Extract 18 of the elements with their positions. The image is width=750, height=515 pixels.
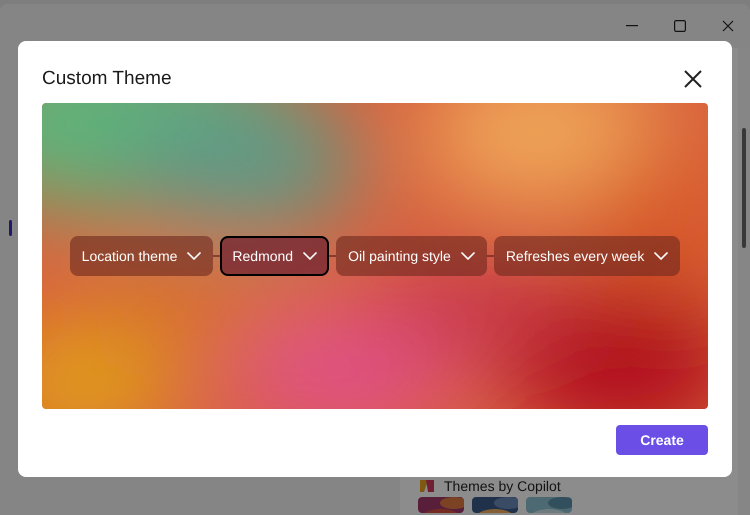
close-button[interactable] (682, 68, 704, 90)
copilot-logo-icon (418, 478, 436, 494)
close-icon[interactable] (722, 20, 734, 32)
option-dropdown[interactable]: Redmond (220, 236, 330, 276)
option-dropdown[interactable]: Refreshes every week (494, 236, 680, 276)
minimize-icon[interactable] (626, 25, 638, 27)
chevron-down-icon (460, 252, 475, 260)
chevron-down-icon (303, 252, 318, 260)
option-dropdown[interactable]: Oil painting style (336, 236, 487, 276)
close-icon (684, 70, 702, 88)
dialog-title: Custom Theme (42, 66, 172, 91)
section-title: Themes by Copilot (444, 478, 561, 494)
chevron-down-icon (187, 252, 202, 260)
selection-indicator (9, 220, 12, 236)
chevron-down-icon (654, 252, 668, 260)
option-dropdown[interactable]: Location theme (70, 236, 214, 276)
create-button[interactable]: Create (616, 425, 708, 455)
maximize-icon[interactable] (674, 20, 686, 32)
